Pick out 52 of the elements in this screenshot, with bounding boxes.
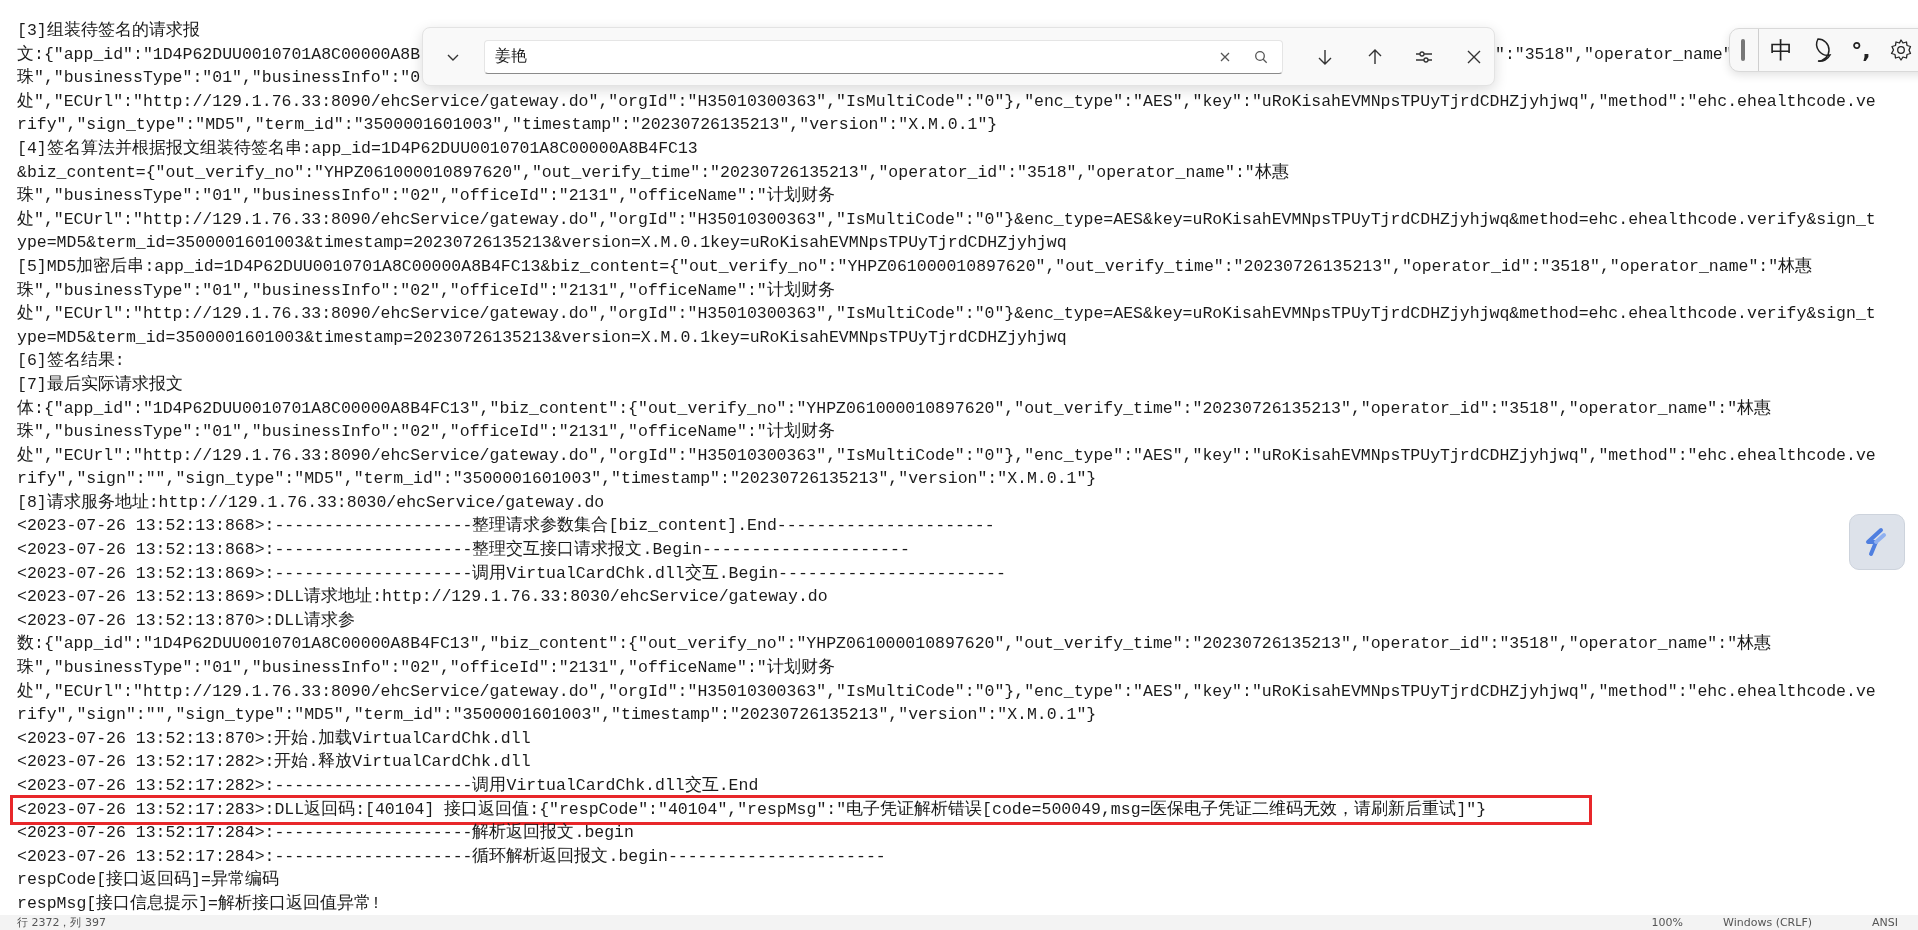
log-line: respMsg[接口信息提示]=解析接口返回值异常! [17,893,381,913]
line-ending: Windows (CRLF) [1723,916,1812,929]
log-line: <2023-07-26 13:52:13:869>:DLL请求地址:http://129.1.76.33:8030/ehcService/gateway.do [17,587,828,607]
log-line: <2023-07-26 13:52:13:870>:开始.加载VirtualCardChk.dll [17,728,531,748]
log-line: [6]签名结果: [17,351,125,371]
settings-icon [1889,38,1913,62]
log-line: 体:{"app_id":"1D4P62DUU0010701A8C00000A8B4FC13","biz_content":{"out_verify_no":"YHPZ061000010897620","out_verify_time":"20230726135213","operator_id":"3518","operator_name":"林惠 [17,398,1772,418]
log-line: ype=MD5&term_id=3500001601003&timestamp=20230726135213&version=X.M.0.1key=uRoKisahEVMNpsTPUyTjrdCDHZjyhjwq [17,327,1067,347]
log-line: <2023-07-26 13:52:13:868>:--------------------整理请求参数集合[biz_content].End---------------------- [17,516,995,536]
search-field[interactable]: 姜艳 [483,39,1283,74]
search-icon [1253,49,1268,64]
log-line: rify","sign_type":"MD5","term_id":"3500001601003","timestamp":"20230726135213","version":"X.M.0.1"} [17,115,998,135]
log-line: [3]组装待签名的请求报 [17,21,200,40]
log-line: ":"3518","operator_name" [1495,43,1733,66]
encoding: ANSI [1872,916,1898,929]
log-line: [7]最后实际请求报文 [17,374,183,394]
log-line: 处","ECUrl":"http://129.1.76.33:8090/ehcService/gateway.do","orgId":"H35010300363","IsMultiCode":"0"}&enc_type=AES&key=uRoKisahEVMNpsTPUyTjrdCDHZjyhjwq&method=ehc.ehealthcode.verify&sign_t [17,304,1876,324]
log-line: rify","sign":"","sign_type":"MD5","term_id":"3500001601003","timestamp":"20230726135213","version":"X.M.0.1"} [17,705,1097,725]
log-line: 珠","businessType":"01","businessInfo":"02","officeId":"2131","officeName":"计划财务 [17,186,835,206]
log-line: <2023-07-26 13:52:13:869>:--------------------调用VirtualCardChk.dll交互.Begin----------------------- [17,563,1006,583]
log-line: <2023-07-26 13:52:17:284>:--------------------循环解析返回报文.begin---------------------- [17,846,886,866]
cursor-position: 行 2372，列 397 [17,915,106,930]
punctuation-button[interactable]: °, [1841,30,1881,70]
zoom-level: 100% [1651,916,1684,929]
log-line: 处","ECUrl":"http://129.1.76.33:8090/ehcService/gateway.do","orgId":"H35010300363","IsMultiCode":"0"},"enc_type":"AES","key":"uRoKisahEVMNpsTPUyTjrdCDHZjyhjwq","method":"ehc.ehealthcode.ve [17,91,1876,111]
log-line: 数:{"app_id":"1D4P62DUU0010701A8C00000A8B4FC13","biz_content":{"out_verify_no":"YHPZ061000010897620","out_verify_time":"20230726135213","operator_id":"3518","operator_name":"林惠 [17,634,1772,654]
assistant-button[interactable] [1849,514,1905,570]
log-line: &biz_content={"out_verify_no":"YHPZ061000010897620","out_verify_time":"20230726135213","operator_id":"3518","operator_name":"林惠 [17,162,1289,182]
log-line: 珠","businessType":"01","businessInfo":"02","officeId":"2131","officeName":"计划财务 [17,422,835,442]
log-line: 处","ECUrl":"http://129.1.76.33:8090/ehcService/gateway.do","orgId":"H35010300363","IsMultiCode":"0"}&enc_type=AES&key=uRoKisahEVMNpsTPUyTjrdCDHZjyhjwq&method=ehc.ehealthcode.verify&sign_t [17,209,1876,229]
log-line: <2023-07-26 13:52:17:282>:开始.释放VirtualCardChk.dll [17,752,531,772]
log-line: <2023-07-26 13:52:17:284>:--------------------解析返回报文.begin [17,823,634,843]
log-line: ype=MD5&term_id=3500001601003&timestamp=20230726135213&version=X.M.0.1key=uRoKisahEVMNpsTPUyTjrdCDHZjyhjwq [17,233,1067,253]
log-line: 处","ECUrl":"http://129.1.76.33:8090/ehcService/gateway.do","orgId":"H35010300363","IsMultiCode":"0"},"enc_type":"AES","key":"uRoKisahEVMNpsTPUyTjrdCDHZjyhjwq","method":"ehc.ehealthcode.ve [17,681,1876,701]
log-line: 处","ECUrl":"http://129.1.76.33:8090/ehcService/gateway.do","orgId":"H35010300363","IsMultiCode":"0"},"enc_type":"AES","key":"uRoKisahEVMNpsTPUyTjrdCDHZjyhjwq","method":"ehc.ehealthcode.ve [17,445,1876,465]
drag-handle[interactable] [1741,39,1745,61]
log-line: <2023-07-26 13:52:17:282>:--------------------调用VirtualCardChk.dll交互.End [17,776,759,795]
log-line: 珠","businessType":"01","businessInfo":"02","officeId":"2131","officeName":"计划财务 [17,658,835,678]
log-line: <2023-07-26 13:52:13:868>:--------------------整理交互接口请求报文.Begin--------------------- [17,540,910,560]
log-line: <2023-07-26 13:52:17:283>:DLL返回码:[40104] 接口返回值:{"respCode":"40104","respMsg":"电子凭证解析错误[code=500049,msg=医保电子凭证二维码无效，请刷新后重试]"} [17,799,1487,819]
log-line: 珠","businessType":"01","businessInfo":"02","officeId":"2131","officeName":"计划财务 [17,280,835,300]
close-icon [1218,50,1231,63]
log-line: respCode[接口返回码]=异常编码 [17,870,279,890]
log-line: 文:{"app_id":"1D4P62DUU0010701A8C00000A8B [17,43,421,66]
input-mode-button[interactable]: 中 [1761,30,1801,70]
log-line: 珠","businessType":"01","businessInfo":"0 [17,68,421,88]
log-line: <2023-07-26 13:52:13:870>:DLL请求参 [17,610,356,630]
log-line: rify","sign":"","sign_type":"MD5","term_id":"3500001601003","timestamp":"20230726135213","version":"X.M.0.1"} [17,469,1097,489]
log-line: [5]MD5加密后串:app_id=1D4P62DUU0010701A8C00000A8B4FC13&biz_content={"out_verify_no":"YHPZ061000010897620","out_verify_time":"20230726135213","operator_id":"3518","operator_name":"林惠 [17,256,1813,276]
close-icon [1466,48,1483,65]
log-line: [4]签名算法并根据报文组装待签名串:app_id=1D4P62DUU0010701A8C00000A8B4FC13 [17,138,698,158]
log-line: [8]请求服务地址:http://129.1.76.33:8030/ehcService/gateway.do [17,492,605,512]
